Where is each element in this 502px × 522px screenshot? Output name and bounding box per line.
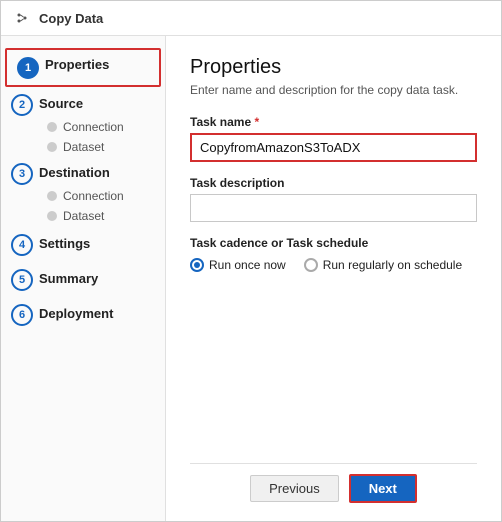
source-connection-label: Connection [63,120,124,134]
task-name-label: Task name * [190,115,477,129]
destination-dataset-item: Dataset [47,207,155,225]
content-area: 1 Properties 2 Source Connection [1,36,501,521]
destination-connection-item: Connection [47,187,155,205]
task-name-input[interactable] [190,133,477,162]
step-number-6: 6 [11,304,33,326]
source-sub-items: Connection Dataset [11,118,155,156]
sidebar-label-destination: Destination [39,164,110,182]
main-panel: Properties Enter name and description fo… [166,36,501,521]
radio-run-regularly-circle [304,258,318,272]
destination-sub-items: Connection Dataset [11,187,155,225]
title-bar: Copy Data [1,1,501,36]
task-cadence-group: Task cadence or Task schedule Run once n… [190,236,477,272]
panel-subtitle: Enter name and description for the copy … [190,83,477,97]
sidebar-item-source[interactable]: 2 Source Connection Dataset [1,89,165,158]
radio-group: Run once now Run regularly on schedule [190,258,477,272]
radio-run-once[interactable]: Run once now [190,258,286,272]
copy-data-icon [13,9,31,27]
previous-button[interactable]: Previous [250,475,339,502]
sidebar-item-settings[interactable]: 4 Settings [1,227,165,262]
sidebar-label-source: Source [39,95,83,113]
sidebar-label-summary: Summary [39,270,98,288]
task-name-group: Task name * [190,115,477,162]
source-dataset-label: Dataset [63,140,104,154]
destination-connection-label: Connection [63,189,124,203]
step-number-3: 3 [11,163,33,185]
sidebar-item-destination[interactable]: 3 Destination Connection Dataset [1,158,165,227]
source-connection-item: Connection [47,118,155,136]
sidebar-item-summary[interactable]: 5 Summary [1,262,165,297]
next-button[interactable]: Next [349,474,417,503]
sidebar-item-properties[interactable]: 1 Properties [5,48,161,87]
destination-connection-dot [47,191,57,201]
task-description-group: Task description [190,176,477,222]
sidebar-label-settings: Settings [39,235,90,253]
source-dataset-dot [47,142,57,152]
destination-dataset-dot [47,211,57,221]
destination-dataset-label: Dataset [63,209,104,223]
task-description-input[interactable] [190,194,477,222]
task-description-label: Task description [190,176,477,190]
sidebar-label-deployment: Deployment [39,305,113,323]
step-number-2: 2 [11,94,33,116]
sidebar-label-properties: Properties [45,56,109,74]
copy-data-window: Copy Data 1 Properties 2 Source [0,0,502,522]
step-number-5: 5 [11,269,33,291]
step-number-4: 4 [11,234,33,256]
task-cadence-label: Task cadence or Task schedule [190,236,477,250]
source-dataset-item: Dataset [47,138,155,156]
source-connection-dot [47,122,57,132]
task-name-required: * [255,115,260,129]
radio-run-regularly[interactable]: Run regularly on schedule [304,258,462,272]
radio-run-once-label: Run once now [209,258,286,272]
sidebar-item-deployment[interactable]: 6 Deployment [1,297,165,332]
step-number-1: 1 [17,57,39,79]
sidebar: 1 Properties 2 Source Connection [1,36,166,521]
footer: Previous Next [190,463,477,511]
radio-run-regularly-label: Run regularly on schedule [323,258,462,272]
window-title: Copy Data [39,11,103,26]
radio-run-once-circle [190,258,204,272]
panel-title: Properties [190,56,477,79]
